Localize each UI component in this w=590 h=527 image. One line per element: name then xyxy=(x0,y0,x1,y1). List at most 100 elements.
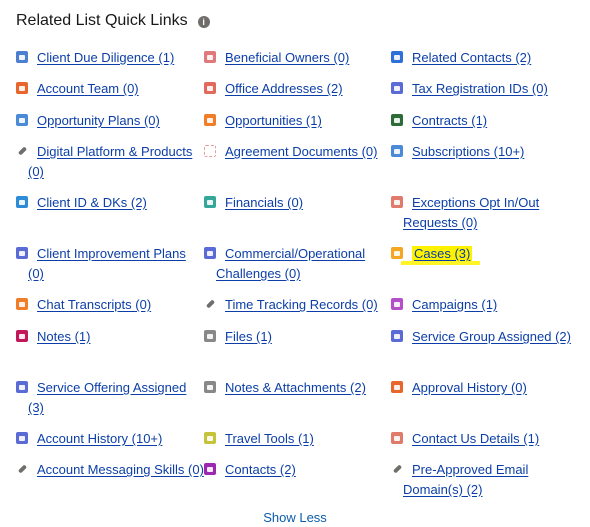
wrench-icon xyxy=(391,463,403,475)
quick-link[interactable]: Service Offering Assigned (3) xyxy=(28,380,186,415)
quick-link-item: Related Contacts (2) xyxy=(391,48,586,79)
quick-link-label-wrap: Notes (1) xyxy=(28,327,90,347)
quick-link[interactable]: Client Improvement Plans (0) xyxy=(28,246,186,281)
quick-link-label-wrap: Tax Registration IDs (0) xyxy=(403,79,548,99)
list-icon xyxy=(16,51,28,63)
subscription-icon xyxy=(391,145,403,157)
quick-link-item: Client Improvement Plans (0) xyxy=(16,244,204,295)
quick-link-row: Account Messaging Skills (0) Contacts (2)… xyxy=(16,460,586,511)
quick-link-label-wrap: Time Tracking Records (0) xyxy=(216,295,378,315)
quick-link[interactable]: Notes (1) xyxy=(37,329,90,344)
quick-link-label-wrap: Account Team (0) xyxy=(28,79,139,99)
quick-link[interactable]: Account Team (0) xyxy=(37,81,139,96)
quick-link[interactable]: Approval History (0) xyxy=(412,380,527,395)
quick-link[interactable]: Account History (10+) xyxy=(37,431,162,446)
quick-link-label-wrap: Service Offering Assigned (3) xyxy=(28,378,204,418)
wrench-icon xyxy=(204,298,216,310)
quick-link[interactable]: Account Messaging Skills (0) xyxy=(37,462,204,477)
quick-link-label-wrap: Client Due Diligence (1) xyxy=(28,48,174,68)
quick-link-row: Notes (1) Files (1) Service Group Assigned… xyxy=(16,327,586,378)
quick-link[interactable]: Beneficial Owners (0) xyxy=(225,50,349,65)
quick-link[interactable]: Digital Platform & Products (0) xyxy=(28,144,192,179)
quick-link-item: Agreement Documents (0) xyxy=(204,142,391,193)
quick-link-row: Chat Transcripts (0) Time Tracking Record… xyxy=(16,295,586,327)
quick-link-label-wrap: Agreement Documents (0) xyxy=(216,142,377,162)
quick-link-item: Tax Registration IDs (0) xyxy=(391,79,586,111)
info-icon[interactable]: i xyxy=(197,16,210,28)
quick-link-row: Account Team (0) Office Addresses (2) Tax … xyxy=(16,79,586,111)
contract-icon xyxy=(391,114,403,126)
card-header: Related List Quick Links i xyxy=(16,12,210,30)
quick-link-label-wrap: Contacts (2) xyxy=(216,460,296,480)
quick-link-label-wrap: Commercial/Operational Challenges (0) xyxy=(216,244,391,284)
quick-link-row: Account History (10+) Travel Tools (1) Con… xyxy=(16,429,586,460)
quick-link-label-wrap: Campaigns (1) xyxy=(403,295,497,315)
quick-link-item: Exceptions Opt In/Out Requests (0) xyxy=(391,193,586,244)
card-title: Related List Quick Links xyxy=(16,12,188,29)
quick-link-row: Opportunity Plans (0) Opportunities (1) Co… xyxy=(16,111,586,142)
quick-link[interactable]: Related Contacts (2) xyxy=(412,50,531,65)
quick-link-label-wrap: Chat Transcripts (0) xyxy=(28,295,151,315)
quick-link[interactable]: Agreement Documents (0) xyxy=(225,144,377,159)
quick-link-label-wrap: Approval History (0) xyxy=(403,378,527,398)
quick-link[interactable]: Tax Registration IDs (0) xyxy=(412,81,548,96)
quick-link[interactable]: Contracts (1) xyxy=(412,113,487,128)
quick-link-item: Office Addresses (2) xyxy=(204,79,391,111)
file-icon xyxy=(204,330,216,342)
quick-link[interactable]: Campaigns (1) xyxy=(412,297,497,312)
custom-object-icon xyxy=(391,82,403,94)
quick-link[interactable]: Service Group Assigned (2) xyxy=(412,329,571,344)
quick-link-item: Beneficial Owners (0) xyxy=(204,48,391,79)
quick-link-item: Time Tracking Records (0) xyxy=(204,295,391,327)
quick-link-item: Commercial/Operational Challenges (0) xyxy=(204,244,391,295)
quick-link[interactable]: Chat Transcripts (0) xyxy=(37,297,151,312)
quick-link[interactable]: Subscriptions (10+) xyxy=(412,144,524,159)
quick-link[interactable]: Financials (0) xyxy=(225,195,303,210)
quick-link-item: Digital Platform & Products (0) xyxy=(16,142,204,193)
quick-link-label-wrap: Notes & Attachments (2) xyxy=(216,378,366,398)
quick-link-label-wrap: Beneficial Owners (0) xyxy=(216,48,349,68)
quick-link[interactable]: Notes & Attachments (2) xyxy=(225,380,366,395)
quick-link[interactable]: Cases (3) xyxy=(412,246,473,261)
quick-link-label-wrap: Account History (10+) xyxy=(28,429,162,449)
quick-link-item: Contact Us Details (1) xyxy=(391,429,586,460)
quick-link[interactable]: Contact Us Details (1) xyxy=(412,431,539,446)
quick-link-label-wrap: Contact Us Details (1) xyxy=(403,429,539,449)
quick-link-row: Client Improvement Plans (0) Commercial/O… xyxy=(16,244,586,295)
custom-object-icon xyxy=(391,330,403,342)
quick-link[interactable]: Travel Tools (1) xyxy=(225,431,314,446)
custom-object-icon xyxy=(204,247,216,259)
link-icon xyxy=(391,432,403,444)
briefcase-icon xyxy=(391,247,403,259)
money-icon xyxy=(204,196,216,208)
quick-link-label-wrap: Financials (0) xyxy=(216,193,303,213)
quick-link-row: Client ID & DKs (2) Financials (0) Excepti… xyxy=(16,193,586,244)
quick-link[interactable]: Client Due Diligence (1) xyxy=(37,50,174,65)
quick-link[interactable]: Time Tracking Records (0) xyxy=(225,297,378,312)
quick-link-item: Campaigns (1) xyxy=(391,295,586,327)
quick-link[interactable]: Client ID & DKs (2) xyxy=(37,195,147,210)
quick-link[interactable]: Pre-Approved Email Domain(s) (2) xyxy=(403,462,528,497)
quick-link-label-wrap: Service Group Assigned (2) xyxy=(403,327,571,347)
note-icon xyxy=(16,330,28,342)
quick-link-label-wrap: Files (1) xyxy=(216,327,272,347)
quick-link-label-wrap: Office Addresses (2) xyxy=(216,79,343,99)
quick-link-label-wrap: Related Contacts (2) xyxy=(403,48,531,68)
building-icon xyxy=(204,82,216,94)
custom-object-icon xyxy=(16,381,28,393)
show-less-link[interactable]: Show Less xyxy=(0,510,590,525)
dashed-box-icon xyxy=(204,145,216,157)
quick-link[interactable]: Opportunities (1) xyxy=(225,113,322,128)
quick-link[interactable]: Opportunity Plans (0) xyxy=(37,113,160,128)
quick-link-item: Cases (3) xyxy=(391,244,586,295)
quick-link[interactable]: Contacts (2) xyxy=(225,462,296,477)
quick-link[interactable]: Exceptions Opt In/Out Requests (0) xyxy=(403,195,539,230)
quick-link[interactable]: Files (1) xyxy=(225,329,272,344)
quick-link[interactable]: Office Addresses (2) xyxy=(225,81,343,96)
quick-link-label-wrap: Account Messaging Skills (0) xyxy=(28,460,204,480)
quick-link[interactable]: Commercial/Operational Challenges (0) xyxy=(216,246,365,281)
quick-link-item: Approval History (0) xyxy=(391,378,586,429)
approval-icon xyxy=(391,381,403,393)
quick-link-item: Opportunity Plans (0) xyxy=(16,111,204,142)
quick-link-label-wrap: Client ID & DKs (2) xyxy=(28,193,147,213)
